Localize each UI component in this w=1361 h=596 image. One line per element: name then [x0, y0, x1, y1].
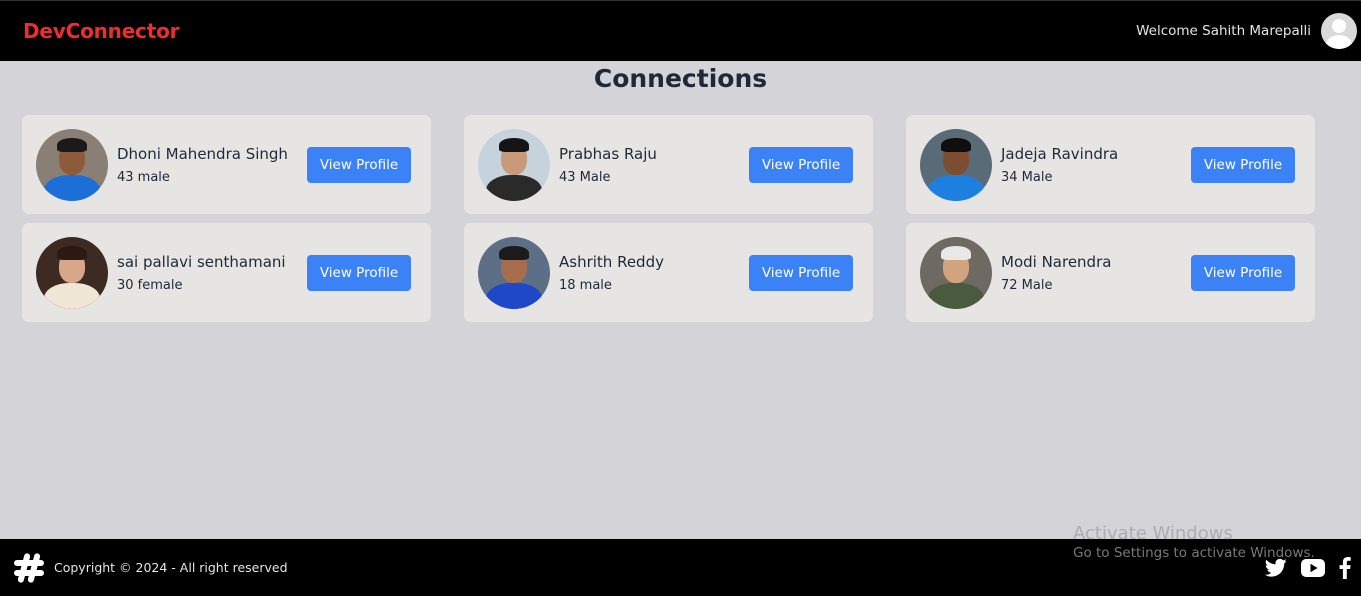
copyright-text: Copyright © 2024 - All right reserved [54, 560, 288, 575]
twitter-icon[interactable] [1265, 558, 1287, 578]
view-profile-button[interactable]: View Profile [307, 255, 411, 291]
hash-logo-icon [14, 552, 44, 583]
user-avatar-icon[interactable] [1321, 13, 1357, 49]
connection-name: Prabhas Raju [559, 145, 657, 163]
watermark-subtitle: Go to Settings to activate Windows. [1073, 544, 1315, 561]
nav-user-area: Welcome Sahith Marepalli [1136, 13, 1357, 49]
view-profile-button[interactable]: View Profile [1191, 255, 1295, 291]
profile-photo [478, 237, 550, 309]
view-profile-button[interactable]: View Profile [749, 255, 853, 291]
profile-photo [920, 129, 992, 201]
connection-age-gender: 43 Male [559, 170, 611, 185]
connection-card: Modi Narendra 72 Male View Profile [906, 223, 1315, 322]
connection-name: Jadeja Ravindra [1001, 145, 1119, 163]
navbar: DevConnector Welcome Sahith Marepalli [0, 0, 1361, 61]
connection-age-gender: 18 male [559, 278, 612, 293]
connection-age-gender: 34 Male [1001, 170, 1053, 185]
profile-photo [920, 237, 992, 309]
view-profile-button[interactable]: View Profile [1191, 147, 1295, 183]
profile-photo [36, 129, 108, 201]
profile-photo [478, 129, 550, 201]
connection-card: Jadeja Ravindra 34 Male View Profile [906, 115, 1315, 214]
brand-logo[interactable]: DevConnector [23, 19, 179, 43]
connection-age-gender: 43 male [117, 170, 170, 185]
connection-age-gender: 30 female [117, 278, 183, 293]
view-profile-button[interactable]: View Profile [749, 147, 853, 183]
page-title: Connections [593, 64, 768, 93]
view-profile-button[interactable]: View Profile [307, 147, 411, 183]
connection-card: Dhoni Mahendra Singh 43 male View Profile [22, 115, 431, 214]
connection-name: sai pallavi senthamani [117, 253, 286, 271]
profile-photo [36, 237, 108, 309]
connection-card: Prabhas Raju 43 Male View Profile [464, 115, 873, 214]
connection-name: Ashrith Reddy [559, 253, 664, 271]
connection-card: sai pallavi senthamani 30 female View Prof… [22, 223, 431, 322]
connection-name: Modi Narendra [1001, 253, 1112, 271]
welcome-text: Welcome Sahith Marepalli [1136, 23, 1311, 39]
connection-name: Dhoni Mahendra Singh [117, 145, 288, 163]
windows-activation-watermark: Activate Windows Go to Settings to activ… [1073, 523, 1315, 561]
watermark-title: Activate Windows [1073, 523, 1233, 544]
youtube-icon[interactable] [1301, 559, 1325, 577]
facebook-icon[interactable] [1339, 557, 1351, 579]
connection-card: Ashrith Reddy 18 male View Profile [464, 223, 873, 322]
connection-age-gender: 72 Male [1001, 278, 1053, 293]
